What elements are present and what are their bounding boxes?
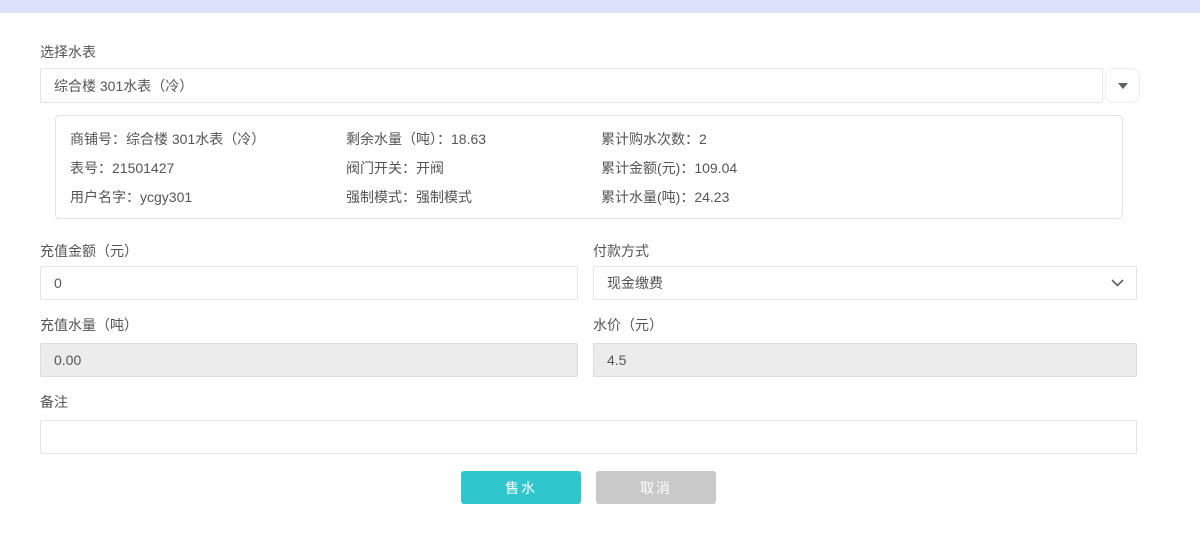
recharge-volume-field: 充值水量（吨） [40, 316, 578, 377]
info-field-purchase-count: 累计购水次数：2 [601, 125, 1122, 154]
remark-field: 备注 [40, 393, 1137, 454]
water-price-input [593, 343, 1137, 377]
sell-water-button[interactable]: 售水 [461, 471, 581, 504]
cancel-button[interactable]: 取消 [596, 471, 716, 504]
action-buttons: 售水 取消 [40, 471, 1137, 504]
top-accent-bar [0, 0, 1200, 13]
water-price-label: 水价（元） [593, 316, 1137, 334]
info-field-remaining-water: 剩余水量（吨）：18.63 [346, 125, 601, 154]
meter-select-label: 选择水表 [40, 43, 1137, 61]
info-field-total-water: 累计水量(吨)：24.23 [601, 183, 1122, 212]
meter-info-box: 商铺号：综合楼 301水表（冷） 剩余水量（吨）：18.63 累计购水次数：2 … [55, 115, 1123, 219]
info-field-force-mode: 强制模式：强制模式 [346, 183, 601, 212]
payment-method-selected-option: 现金缴费 [607, 273, 663, 293]
info-field-total-amount: 累计金额(元)：109.04 [601, 154, 1122, 183]
caret-down-icon [1118, 83, 1128, 89]
payment-method-select[interactable]: 现金缴费 [593, 266, 1137, 300]
remark-input[interactable] [40, 420, 1137, 454]
meter-select: 综合楼 301水表（冷） [40, 68, 1140, 103]
info-field-shop-number: 商铺号：综合楼 301水表（冷） [70, 125, 346, 154]
recharge-volume-label: 充值水量（吨） [40, 316, 578, 334]
meter-select-value[interactable]: 综合楼 301水表（冷） [40, 68, 1103, 103]
info-field-user-name: 用户名字：ycgy301 [70, 183, 346, 212]
payment-method-label: 付款方式 [593, 242, 1137, 260]
meter-select-value-text: 综合楼 301水表（冷） [54, 76, 193, 96]
recharge-amount-input[interactable] [40, 266, 578, 300]
meter-info-grid: 商铺号：综合楼 301水表（冷） 剩余水量（吨）：18.63 累计购水次数：2 … [70, 125, 1122, 212]
sell-water-form: 选择水表 综合楼 301水表（冷） 商铺号：综合楼 301水表（冷） 剩余水量（… [40, 43, 1137, 504]
recharge-volume-input [40, 343, 578, 377]
recharge-amount-label: 充值金额（元） [40, 242, 578, 260]
payment-method-field: 付款方式 现金缴费 [593, 242, 1137, 300]
water-price-field: 水价（元） [593, 316, 1137, 377]
meter-select-toggle-button[interactable] [1105, 68, 1140, 103]
recharge-amount-field: 充值金额（元） [40, 242, 578, 300]
remark-label: 备注 [40, 393, 1137, 411]
chevron-down-icon [1111, 279, 1124, 287]
info-field-valve-state: 阀门开关：开阀 [346, 154, 601, 183]
info-field-meter-number: 表号：21501427 [70, 154, 346, 183]
